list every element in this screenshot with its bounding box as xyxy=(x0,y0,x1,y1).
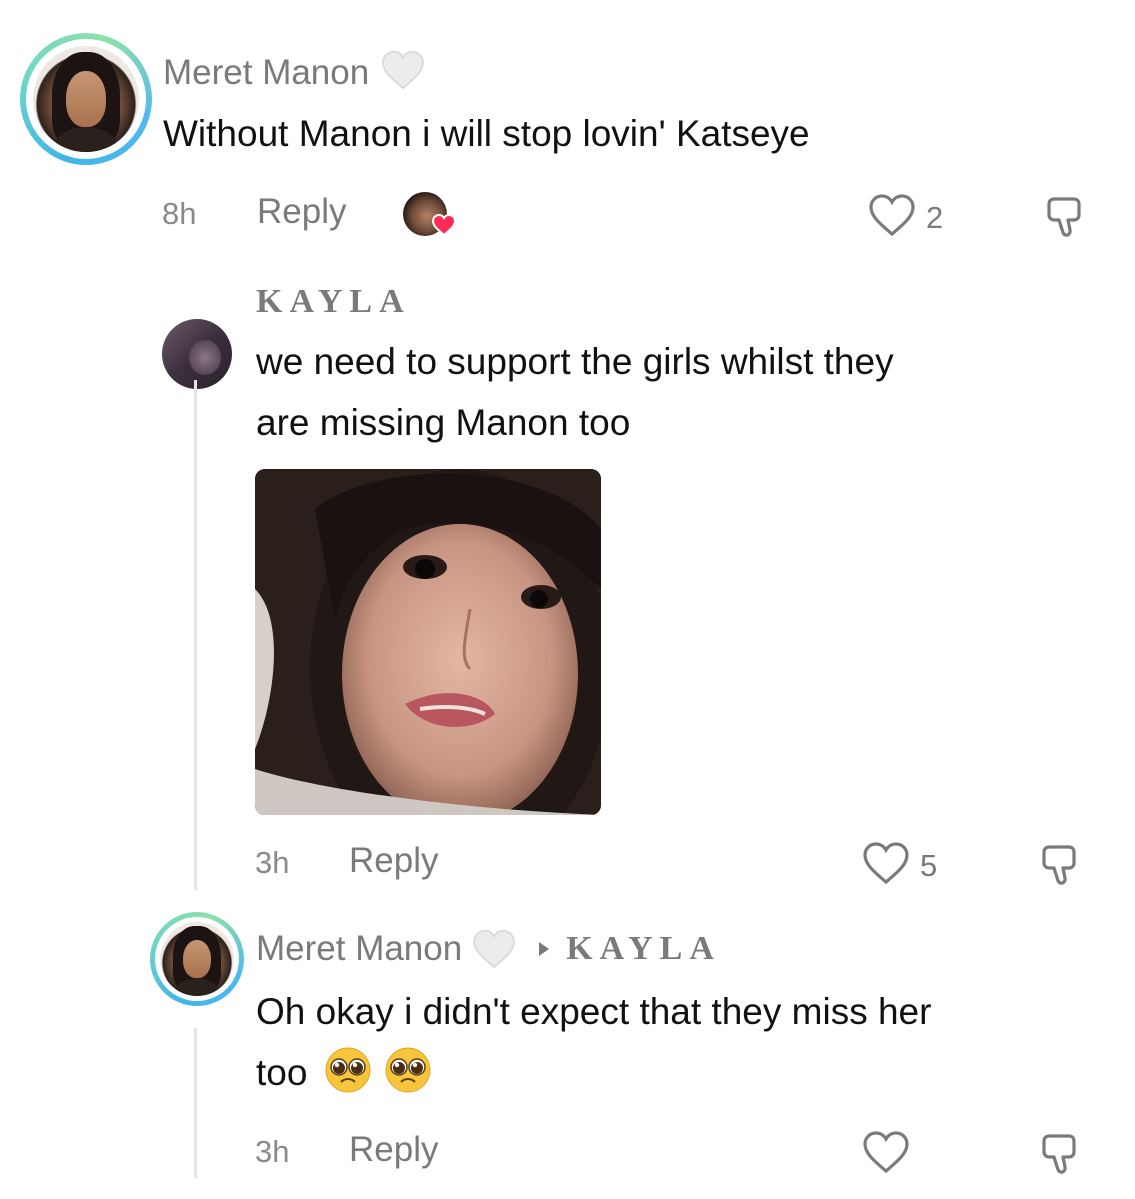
reply-to-username[interactable]: KAYLA xyxy=(566,930,721,968)
pleading-face-emoji xyxy=(385,1047,431,1093)
avatar[interactable] xyxy=(162,319,232,389)
thumbs-down-icon[interactable] xyxy=(1040,193,1088,246)
reply-button[interactable]: Reply xyxy=(349,841,438,881)
reply-button[interactable]: Reply xyxy=(257,192,346,232)
avatar[interactable] xyxy=(20,33,152,165)
comment-header: Meret Manon KAYLA xyxy=(256,926,721,972)
avatar[interactable] xyxy=(150,912,244,1006)
heart-outline-icon xyxy=(868,193,916,242)
comment-time: 8h xyxy=(162,196,197,231)
comment-gif-image[interactable] xyxy=(255,469,601,815)
creator-heart-icon xyxy=(431,213,457,240)
comment-header: Meret Manon xyxy=(163,50,425,96)
comment-text: Oh okay i didn't expect that they miss h… xyxy=(256,981,931,1103)
pleading-face-emoji xyxy=(325,1047,371,1093)
comment-text-line: are missing Manon too xyxy=(256,402,631,443)
thread-line xyxy=(194,1028,197,1178)
comment-time: 3h xyxy=(255,1134,290,1169)
comment-text-line: we need to support the girls whilst they xyxy=(256,341,894,382)
comment-time: 3h xyxy=(255,845,290,880)
comment-username[interactable]: Meret Manon xyxy=(163,53,369,93)
thread-line xyxy=(194,380,197,890)
white-heart-icon xyxy=(472,929,516,969)
comment-username[interactable]: Meret Manon xyxy=(256,929,462,969)
thumbs-down-icon[interactable] xyxy=(1035,841,1083,894)
like-count: 5 xyxy=(920,847,938,883)
white-heart-icon xyxy=(381,50,425,96)
comment-text: we need to support the girls whilst they… xyxy=(256,331,894,453)
like-button[interactable]: 5 xyxy=(862,841,937,890)
comment-text: Without Manon i will stop lovin' Katseye xyxy=(163,113,810,154)
like-button[interactable]: 2 xyxy=(868,193,943,242)
comment-text-line: Oh okay i didn't expect that they miss h… xyxy=(256,991,932,1032)
comment-text-word: too xyxy=(256,1052,308,1093)
heart-outline-icon[interactable] xyxy=(862,1130,910,1179)
heart-outline-icon xyxy=(862,841,910,890)
thumbs-down-icon[interactable] xyxy=(1035,1130,1083,1183)
reply-button[interactable]: Reply xyxy=(349,1130,438,1170)
caret-right-icon xyxy=(538,941,550,957)
like-count: 2 xyxy=(926,199,944,235)
comment-username[interactable]: KAYLA xyxy=(256,283,411,321)
comment-text-line-2: too xyxy=(256,1042,931,1103)
